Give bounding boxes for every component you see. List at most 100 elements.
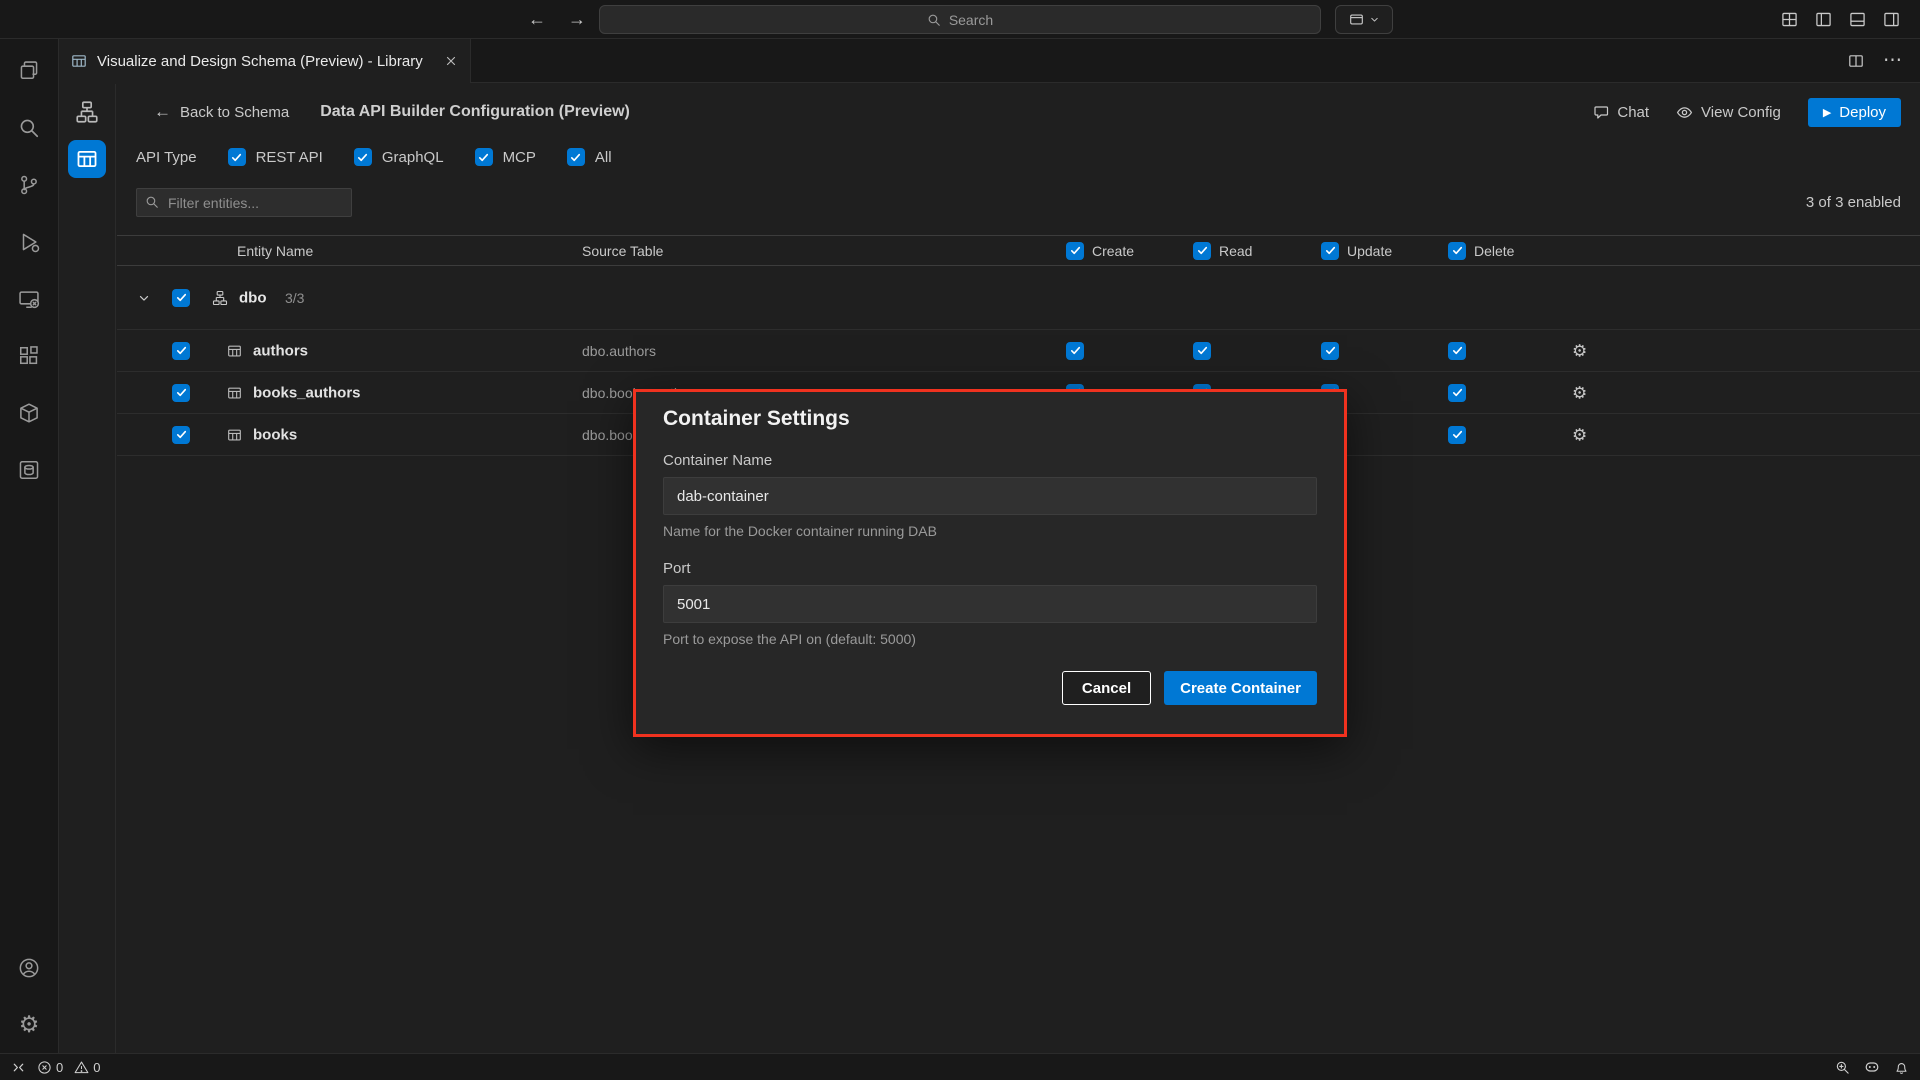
- delete-all-checkbox[interactable]: [1448, 242, 1466, 260]
- source-control-icon[interactable]: [0, 156, 59, 213]
- row-settings-gear-icon[interactable]: ⚙: [1572, 342, 1587, 359]
- chat-icon: [1593, 104, 1609, 120]
- delete-checkbox[interactable]: [1448, 342, 1466, 360]
- row-settings-gear-icon[interactable]: ⚙: [1572, 426, 1587, 443]
- extensions-icon[interactable]: [0, 327, 59, 384]
- api-type-label: API Type: [136, 149, 197, 166]
- row-checkbox[interactable]: [172, 384, 190, 402]
- port-help: Port to expose the API on (default: 5000…: [663, 631, 1317, 647]
- status-bar-right: [1835, 1059, 1909, 1075]
- history-nav: ← →: [528, 0, 586, 39]
- filter-option-all[interactable]: All: [567, 148, 612, 166]
- remote-indicator-icon[interactable]: [11, 1060, 26, 1075]
- update-checkbox[interactable]: [1321, 342, 1339, 360]
- create-checkbox[interactable]: [1066, 342, 1084, 360]
- rest-api-checkbox[interactable]: [228, 148, 246, 166]
- remote-explorer-icon[interactable]: [0, 270, 59, 327]
- chat-button[interactable]: Chat: [1593, 104, 1649, 121]
- graphql-checkbox[interactable]: [354, 148, 372, 166]
- header-source-table: Source Table: [582, 243, 663, 259]
- mcp-checkbox[interactable]: [475, 148, 493, 166]
- forward-arrow-icon[interactable]: →: [568, 9, 586, 30]
- problems-warnings[interactable]: 0: [74, 1060, 100, 1075]
- filter-option-graphql[interactable]: GraphQL: [354, 148, 444, 166]
- run-debug-icon[interactable]: [0, 213, 59, 270]
- port-input[interactable]: [663, 585, 1317, 623]
- title-bar: ← → Search: [0, 0, 1920, 39]
- delete-checkbox[interactable]: [1448, 426, 1466, 444]
- read-checkbox[interactable]: [1193, 342, 1211, 360]
- view-config-button[interactable]: View Config: [1676, 104, 1781, 121]
- row-settings-gear-icon[interactable]: ⚙: [1572, 384, 1587, 401]
- eye-icon: [1676, 104, 1693, 121]
- warning-icon: [74, 1060, 89, 1075]
- problems-errors[interactable]: 0: [37, 1060, 63, 1075]
- account-icon[interactable]: [0, 939, 59, 996]
- toggle-secondary-sidebar-icon[interactable]: [1883, 11, 1900, 28]
- command-search-box[interactable]: Search: [599, 5, 1321, 34]
- explorer-icon[interactable]: [0, 42, 59, 99]
- entity-name: books_authors: [253, 384, 361, 401]
- filter-option-mcp[interactable]: MCP: [475, 148, 536, 166]
- mcp-label: MCP: [503, 149, 536, 166]
- copilot-icon[interactable]: [1864, 1059, 1880, 1075]
- customize-layout-icon[interactable]: [1781, 11, 1798, 28]
- page-title: Data API Builder Configuration (Preview): [320, 103, 630, 121]
- search-view-icon[interactable]: [0, 99, 59, 156]
- schema-view-button[interactable]: [70, 95, 104, 129]
- all-checkbox[interactable]: [567, 148, 585, 166]
- layout-dropdown-button[interactable]: [1335, 5, 1393, 34]
- settings-gear-icon[interactable]: ⚙: [0, 996, 59, 1053]
- row-checkbox[interactable]: [172, 342, 190, 360]
- split-editor-icon[interactable]: [1848, 53, 1864, 69]
- group-checkbox-cell: [172, 289, 190, 307]
- window-icon: [1349, 12, 1364, 27]
- webview-rail: [59, 84, 116, 1053]
- row-checkbox[interactable]: [172, 426, 190, 444]
- create-container-button[interactable]: Create Container: [1164, 671, 1317, 705]
- group-count: 3/3: [285, 290, 304, 306]
- schema-hierarchy-icon: [75, 100, 99, 124]
- more-actions-icon[interactable]: ⋯: [1883, 51, 1902, 70]
- tab-title: Visualize and Design Schema (Preview) - …: [97, 53, 434, 70]
- back-arrow-icon: ←: [154, 102, 171, 122]
- zoom-icon[interactable]: [1835, 1060, 1850, 1075]
- header-create: Create: [1066, 242, 1134, 260]
- package-cube-icon[interactable]: [0, 384, 59, 441]
- chevron-down-icon: [1369, 14, 1380, 25]
- group-checkbox[interactable]: [172, 289, 190, 307]
- table-row-authors: authors dbo.authors ⚙: [117, 330, 1920, 372]
- chat-label: Chat: [1617, 104, 1649, 121]
- deploy-button[interactable]: ▶ Deploy: [1808, 98, 1901, 127]
- container-name-input[interactable]: [663, 477, 1317, 515]
- filter-option-rest[interactable]: REST API: [228, 148, 323, 166]
- tab-close-icon[interactable]: [444, 54, 458, 68]
- update-label: Update: [1347, 243, 1392, 259]
- toggle-sidebar-icon[interactable]: [1815, 11, 1832, 28]
- read-all-checkbox[interactable]: [1193, 242, 1211, 260]
- warning-count: 0: [93, 1060, 100, 1075]
- collapse-chevron-icon[interactable]: [137, 291, 151, 305]
- error-icon: [37, 1060, 52, 1075]
- dialog-actions: Cancel Create Container: [663, 671, 1317, 705]
- all-label: All: [595, 149, 612, 166]
- table-icon: [227, 343, 242, 358]
- create-all-checkbox[interactable]: [1066, 242, 1084, 260]
- graphql-label: GraphQL: [382, 149, 444, 166]
- view-config-label: View Config: [1701, 104, 1781, 121]
- back-arrow-icon[interactable]: ←: [528, 9, 546, 30]
- table-header-row: Entity Name Source Table Create Read Upd…: [117, 235, 1920, 266]
- header-update: Update: [1321, 242, 1392, 260]
- back-to-schema-link[interactable]: ← Back to Schema: [154, 102, 289, 122]
- update-all-checkbox[interactable]: [1321, 242, 1339, 260]
- notifications-bell-icon[interactable]: [1894, 1060, 1909, 1075]
- delete-checkbox[interactable]: [1448, 384, 1466, 402]
- entity-filter-input[interactable]: [136, 188, 352, 217]
- dab-config-view-button[interactable]: [68, 140, 106, 178]
- error-count: 0: [56, 1060, 63, 1075]
- tab-visualize-schema[interactable]: Visualize and Design Schema (Preview) - …: [59, 39, 471, 83]
- cancel-button[interactable]: Cancel: [1062, 671, 1151, 705]
- database-project-icon[interactable]: [0, 441, 59, 498]
- toggle-panel-icon[interactable]: [1849, 11, 1866, 28]
- table-config-icon: [76, 148, 98, 170]
